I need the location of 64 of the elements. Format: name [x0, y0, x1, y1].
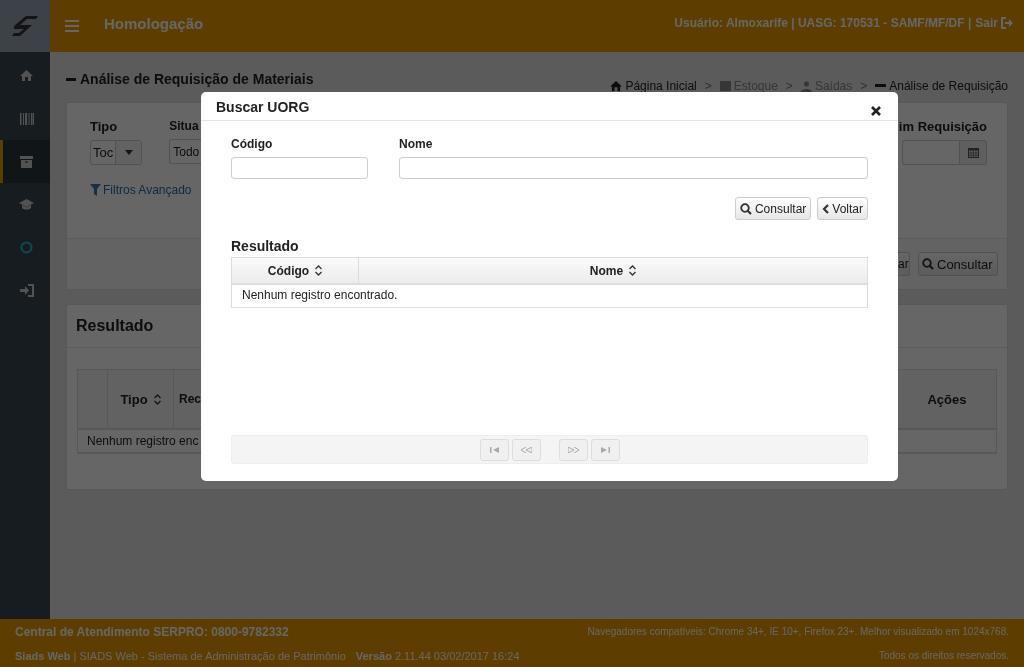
sort-icon — [629, 265, 637, 276]
back-button[interactable]: Voltar — [817, 197, 868, 220]
calendar-button[interactable] — [959, 140, 987, 165]
next-icon — [567, 446, 579, 453]
empty-message: Nenhum registro encontrado. — [241, 287, 399, 304]
sidebar-item[interactable] — [0, 140, 50, 183]
last-icon — [600, 446, 610, 453]
caret-icon — [124, 150, 133, 155]
minus-icon — [875, 84, 887, 88]
system-text: Siads Web | SIADS Web - Sistema de Administração de Patrimônio — [15, 649, 346, 662]
logo-icon — [0, 0, 50, 52]
breadcrumb-separator: > — [785, 79, 793, 93]
environment-title: Homologação — [104, 14, 204, 32]
sign-out-icon[interactable] — [1001, 17, 1014, 29]
square-icon — [719, 81, 731, 91]
barcode-icon — [19, 112, 34, 125]
type-select[interactable]: Toc — [90, 140, 143, 165]
search-icon — [739, 202, 752, 215]
breadcrumb-link[interactable]: Página Inicial — [610, 79, 697, 93]
menu-icon[interactable] — [65, 20, 79, 32]
dialog-title: Buscar UORG — [216, 98, 310, 115]
filter-icon — [90, 184, 101, 196]
breadcrumb-separator: > — [860, 79, 868, 93]
sign-in-icon — [19, 284, 34, 297]
search-icon — [922, 258, 934, 270]
version-text: Versão 2.11.44 03/02/2017 16:24 — [355, 649, 520, 662]
field-label: Nome — [399, 137, 434, 151]
home-icon — [20, 70, 33, 81]
column-header[interactable]: Código — [232, 258, 359, 285]
home-icon — [610, 81, 623, 91]
field-label: Situa — [169, 119, 200, 133]
column-header[interactable]: Tipo — [108, 370, 174, 430]
search-button[interactable]: Consultar — [918, 252, 998, 276]
ring-icon — [20, 241, 33, 254]
rights-text: Todos os direitos reservados. — [878, 650, 1009, 661]
support-text: Central de Atendimento SERPRO: 0800-9782332 — [15, 624, 289, 639]
results-title: Resultado — [231, 238, 300, 254]
breadcrumb-separator: > — [704, 79, 712, 93]
previous-icon — [520, 446, 532, 453]
breadcrumb-link[interactable]: Análise de Requisição — [875, 79, 1008, 93]
calendar-icon — [967, 147, 979, 158]
chevron-left-icon — [822, 203, 830, 214]
input-field[interactable] — [399, 157, 868, 179]
first-icon — [489, 446, 499, 453]
field-label: Tipo — [90, 119, 119, 134]
sort-icon — [153, 393, 161, 405]
column-header[interactable]: Nome — [359, 258, 867, 285]
user-icon — [800, 80, 812, 92]
input-field[interactable] — [231, 157, 368, 179]
search-button[interactable]: Consultar — [734, 197, 812, 220]
clear-button[interactable]: ar — [898, 252, 910, 276]
column-header[interactable]: Ações — [898, 370, 996, 430]
field-label: im Requisição — [898, 119, 987, 134]
close-icon[interactable] — [871, 106, 881, 116]
graduation-cap-icon — [19, 199, 34, 210]
archive-icon — [20, 155, 33, 168]
advanced-filters-link[interactable]: Filtros Avançado — [90, 183, 230, 197]
sort-icon — [315, 265, 323, 276]
page-title: Análise de Requisição de Materiais — [66, 71, 314, 87]
field-label: Código — [231, 137, 274, 151]
results-title: Resultado — [76, 317, 154, 335]
user-info: Usuário: Almoxarife | UASG: 170531 - SAMF/MF/DF | — [674, 16, 972, 30]
browser-note: Navegadores compatíveis: Chrome 34+, IE 10+, Firefox 23+. Melhor visualizado em 1024x768. — [587, 626, 1009, 637]
logout-link[interactable]: Sair — [975, 16, 998, 30]
